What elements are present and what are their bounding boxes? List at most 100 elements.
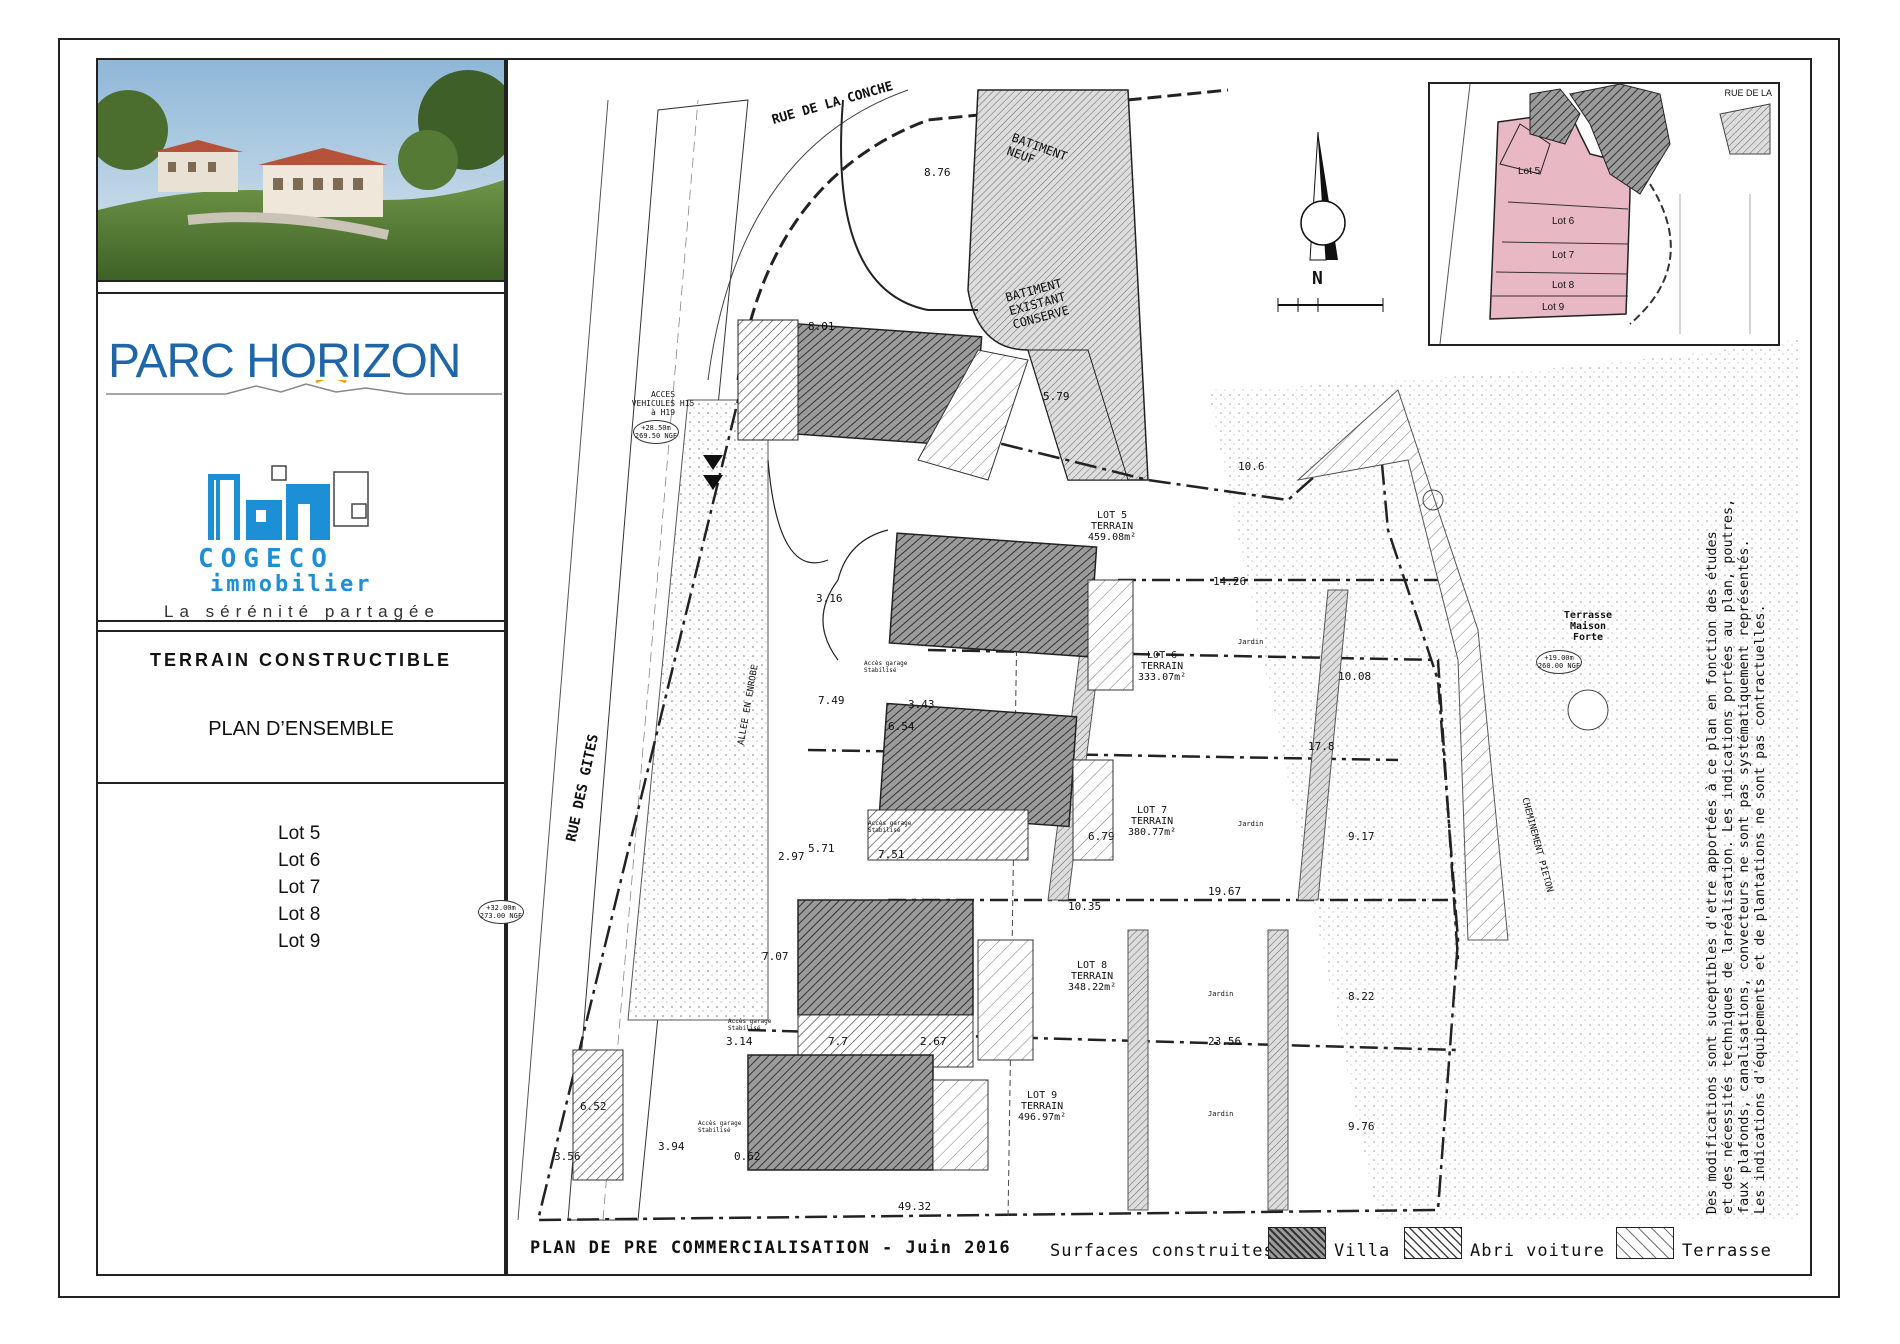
document-title: PLAN D’ENSEMBLE bbox=[208, 718, 394, 740]
legend-title: Surfaces construites: bbox=[1050, 1241, 1286, 1261]
dimension-label: 9.76 bbox=[1348, 1120, 1375, 1133]
legend-swatch-dense bbox=[1268, 1227, 1326, 1259]
disclaimer-line: faux plafonds, canalisations, convecteur… bbox=[1736, 539, 1752, 1214]
lot-label: LOT 6 TERRAIN 333.07m² bbox=[1138, 650, 1186, 683]
north-letter: N bbox=[1312, 268, 1323, 289]
dimension-label: 10.08 bbox=[1338, 670, 1372, 683]
level-marker: +32.00m 273.00 NGF bbox=[478, 900, 524, 924]
north-arrow-icon bbox=[1300, 131, 1346, 261]
legend-label: Terrasse bbox=[1682, 1241, 1772, 1261]
lot-label: LOT 5 TERRAIN 459.08m² bbox=[1088, 510, 1136, 543]
scale-bar bbox=[1277, 298, 1384, 312]
dimension-label: 8.01 bbox=[808, 320, 835, 333]
lot-name: LOT 9 bbox=[1027, 1090, 1058, 1101]
dimension-label: 7.07 bbox=[762, 950, 789, 963]
dimension-label: 3.14 bbox=[726, 1035, 753, 1048]
garden-label: Jardin bbox=[1208, 990, 1234, 998]
lot-name: LOT 5 bbox=[1097, 510, 1128, 521]
cogeco-subtitle: immobilier bbox=[210, 572, 373, 597]
dimension-label: 9.17 bbox=[1348, 830, 1375, 843]
lot-type: TERRAIN bbox=[1091, 521, 1134, 532]
level-marker: +19.00m 260.00 NGF bbox=[1536, 650, 1582, 674]
dimension-label: 49.32 bbox=[898, 1200, 932, 1213]
dimension-label: 14.26 bbox=[1213, 575, 1247, 588]
dimension-label: 10.35 bbox=[1068, 900, 1102, 913]
project-rendering bbox=[98, 60, 504, 282]
lot-list-item: Lot 9 bbox=[278, 931, 321, 952]
dimension-label: 19.67 bbox=[1208, 885, 1242, 898]
legend-label: Abri voiture bbox=[1470, 1241, 1605, 1261]
legend-swatch-medium bbox=[1404, 1227, 1462, 1259]
lot-area: 496.97m² bbox=[1018, 1112, 1067, 1123]
lot-type: TERRAIN bbox=[1071, 971, 1114, 982]
inset-plan-drawing bbox=[1430, 83, 1778, 345]
disclaimer-note: Des modifications sont suceptibles d'etr… bbox=[1704, 494, 1768, 1214]
lot-area: 380.77m² bbox=[1128, 827, 1177, 838]
lot-label: LOT 7 TERRAIN 380.77m² bbox=[1128, 805, 1176, 838]
dimension-label: 3.56 bbox=[554, 1150, 581, 1163]
garden-label: Jardin bbox=[1238, 638, 1264, 646]
dimension-label: 10.6 bbox=[1238, 460, 1265, 473]
parking-label: Accès garage Stabilisé bbox=[698, 1120, 742, 1134]
parking-label: Accès garage Stabilisé bbox=[864, 660, 908, 674]
garden-label: Jardin bbox=[1238, 820, 1264, 828]
inset-lot-label: Lot 6 bbox=[1552, 216, 1575, 227]
dimension-label: 3.94 bbox=[658, 1140, 685, 1153]
lot-type: TERRAIN bbox=[1131, 816, 1174, 827]
inset-key-map: Lot 5 Lot 6 Lot 7 Lot 8 Lot 9 RUE DE LA bbox=[1428, 82, 1780, 346]
lot-type: TERRAIN bbox=[1021, 1101, 1064, 1112]
lot-label: LOT 9 TERRAIN 496.97m² bbox=[1018, 1090, 1066, 1123]
dimension-label: 8.22 bbox=[1348, 990, 1375, 1003]
brand-mountain-line bbox=[106, 380, 502, 395]
lot-type: TERRAIN bbox=[1141, 661, 1184, 672]
access-label: ACCES VEHICULES H15 à H19 bbox=[631, 390, 695, 417]
dimension-label: 7.7 bbox=[828, 1035, 848, 1048]
garden-label: Jardin bbox=[1208, 1110, 1234, 1118]
title-panel: TERRAIN CONSTRUCTIBLE PLAN D’ENSEMBLE bbox=[98, 630, 504, 784]
lot-name: LOT 6 bbox=[1147, 650, 1178, 661]
lot-list-item: Lot 5 bbox=[278, 823, 321, 844]
inset-lot-label: Lot 8 bbox=[1552, 280, 1575, 291]
dimension-label: 23.56 bbox=[1208, 1035, 1242, 1048]
dimension-label: 6.54 bbox=[888, 720, 915, 733]
lot-label: LOT 8 TERRAIN 348.22m² bbox=[1068, 960, 1116, 993]
dimension-label: 2.67 bbox=[920, 1035, 947, 1048]
level-marker: +28.50m 269.50 NGF bbox=[633, 420, 679, 444]
company-slogan: La sérénité partagée bbox=[164, 602, 440, 621]
lot-area: 459.08m² bbox=[1088, 532, 1137, 543]
inset-street-label: RUE DE LA bbox=[1724, 88, 1772, 98]
disclaimer-line: Les indications d'équipements et de plan… bbox=[1752, 604, 1768, 1214]
dimension-label: 8.76 bbox=[924, 166, 951, 179]
dimension-label: 6.52 bbox=[580, 1100, 607, 1113]
lot-list-item: Lot 8 bbox=[278, 904, 321, 925]
dimension-label: 3.43 bbox=[908, 698, 935, 711]
disclaimer-line: et des nécessités techniques de laréalis… bbox=[1720, 498, 1736, 1214]
terrace-label: Terrasse Maison Forte bbox=[1563, 610, 1613, 643]
cogeco-logo-icon bbox=[208, 465, 369, 540]
lots-panel: Lot 5 Lot 6 Lot 7 Lot 8 Lot 9 bbox=[98, 784, 504, 1276]
disclaimer-line: Des modifications sont suceptibles d'etr… bbox=[1704, 531, 1720, 1214]
inset-lot-label: Lot 9 bbox=[1542, 302, 1565, 313]
legend-swatch-light bbox=[1616, 1227, 1674, 1259]
parking-label: Accès garage Stabilisé bbox=[728, 1018, 772, 1032]
lot-list-item: Lot 6 bbox=[278, 850, 321, 871]
lot-area: 348.22m² bbox=[1068, 982, 1117, 993]
rendering-image bbox=[98, 60, 504, 280]
dimension-label: 2.97 bbox=[778, 850, 805, 863]
lot-name: LOT 8 bbox=[1077, 960, 1108, 971]
dimension-label: 5.79 bbox=[1043, 390, 1070, 403]
dimension-label: 3.16 bbox=[816, 592, 843, 605]
title-block: PARC HORIZON COGECO immobilier La séréni… bbox=[96, 58, 506, 1276]
dimension-label: 17.8 bbox=[1308, 740, 1335, 753]
inset-lot-label: Lot 5 bbox=[1518, 166, 1541, 177]
cogeco-wordmark: COGECO bbox=[198, 544, 334, 574]
dimension-label: 6.79 bbox=[1088, 830, 1115, 843]
document-type: TERRAIN CONSTRUCTIBLE bbox=[150, 650, 452, 670]
parking-label: Accès garage Stabilisé bbox=[868, 820, 912, 834]
lot-area: 333.07m² bbox=[1138, 672, 1187, 683]
brand-panel: PARC HORIZON COGECO immobilier La séréni… bbox=[98, 292, 504, 622]
inset-lot-label: Lot 7 bbox=[1552, 250, 1575, 261]
lot-list: Lot 5 Lot 6 Lot 7 Lot 8 Lot 9 bbox=[278, 820, 320, 955]
dimension-label: 7.51 bbox=[878, 848, 905, 861]
lot-list-item: Lot 7 bbox=[278, 877, 321, 898]
